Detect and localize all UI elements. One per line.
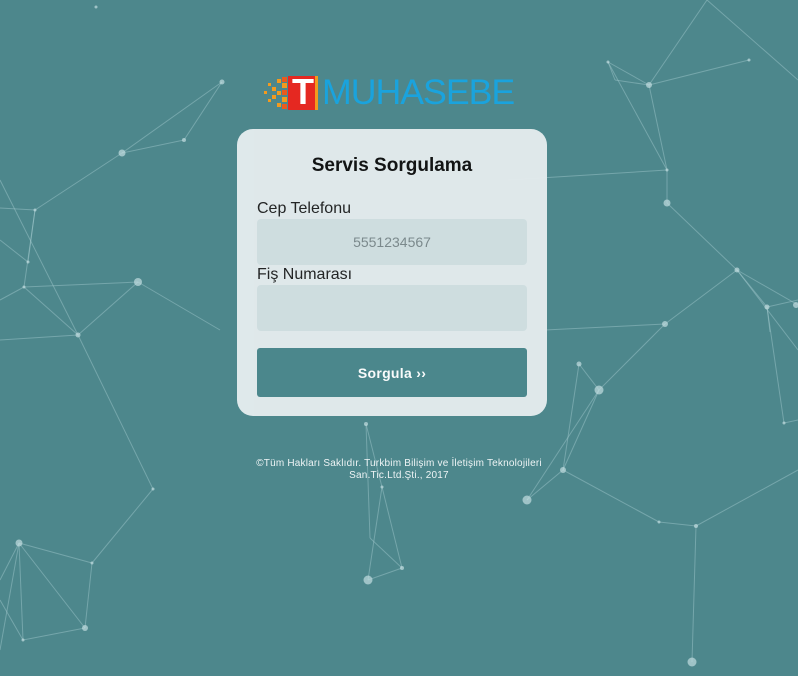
phone-input[interactable] [257,219,527,265]
brand-logo: T MUHASEBE [264,71,516,113]
receipt-label: Fiş Numarası [257,266,353,283]
logo-text: MUHASEBE [322,73,515,112]
copyright-line-1: ©Tüm Hakları Saklıdır. Turkbim Bilişim v… [256,458,542,469]
logo-letter: T [292,71,314,112]
receipt-input[interactable] [257,285,527,331]
form-title: Servis Sorgulama [311,155,473,176]
copyright-line-2: San.Tic.Ltd.Şti., 2017 [349,470,449,481]
copyright-footer: ©Tüm Hakları Saklıdır. Turkbim Bilişim v… [0,458,798,482]
query-button[interactable]: Sorgula ›› [257,348,527,397]
phone-label: Cep Telefonu [257,200,351,217]
login-card: Servis Sorgulama Cep Telefonu Fiş Numara… [237,129,547,416]
